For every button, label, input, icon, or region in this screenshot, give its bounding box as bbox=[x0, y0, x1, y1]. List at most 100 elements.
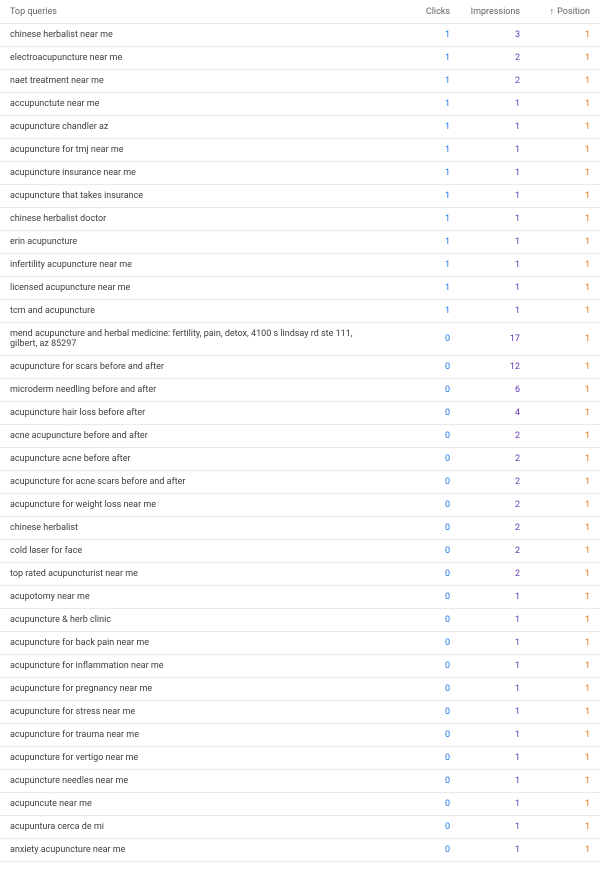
table-row[interactable]: acupuncture & herb clinic011 bbox=[0, 609, 600, 632]
clicks-value: 0 bbox=[380, 523, 450, 533]
query-text[interactable]: erin acupuncture bbox=[10, 237, 380, 247]
query-text[interactable]: chinese herbalist near me bbox=[10, 30, 380, 40]
table-row[interactable]: accupunctute near me111 bbox=[0, 93, 600, 116]
header-impressions[interactable]: Impressions bbox=[450, 7, 520, 17]
query-text[interactable]: acupuncute near me bbox=[10, 799, 380, 809]
table-row[interactable]: cold laser for face021 bbox=[0, 540, 600, 563]
query-text[interactable]: acupuncture for acne scars before and af… bbox=[10, 477, 380, 487]
table-row[interactable]: acupuncture for scars before and after01… bbox=[0, 356, 600, 379]
table-row[interactable]: acupotomy near me011 bbox=[0, 586, 600, 609]
query-text[interactable]: acupotomy near me bbox=[10, 592, 380, 602]
query-text[interactable]: acupuncture acne before after bbox=[10, 454, 380, 464]
query-text[interactable]: anxiety acupuncture near me bbox=[10, 845, 380, 855]
impressions-value: 2 bbox=[450, 431, 520, 441]
table-row[interactable]: acupuncture for acne scars before and af… bbox=[0, 471, 600, 494]
impressions-value: 1 bbox=[450, 661, 520, 671]
table-row[interactable]: acupuncture that takes insurance111 bbox=[0, 185, 600, 208]
table-row[interactable]: acupuncture for inflammation near me011 bbox=[0, 655, 600, 678]
query-text[interactable]: chinese herbalist doctor bbox=[10, 214, 380, 224]
table-row[interactable]: chinese herbalist doctor111 bbox=[0, 208, 600, 231]
position-value: 1 bbox=[520, 408, 590, 418]
query-text[interactable]: acupuncture for pregnancy near me bbox=[10, 684, 380, 694]
table-row[interactable]: chinese herbalist near me131 bbox=[0, 24, 600, 47]
position-value: 1 bbox=[520, 684, 590, 694]
query-text[interactable]: accupunctute near me bbox=[10, 99, 380, 109]
query-text[interactable]: acupuncture & herb clinic bbox=[10, 615, 380, 625]
table-row[interactable]: naet treatment near me121 bbox=[0, 70, 600, 93]
table-row[interactable]: acupuncture for stress near me011 bbox=[0, 701, 600, 724]
query-text[interactable]: acupuncture for tmj near me bbox=[10, 145, 380, 155]
table-row[interactable]: acupuncture needles near me011 bbox=[0, 770, 600, 793]
query-text[interactable]: top rated acupuncturist near me bbox=[10, 569, 380, 579]
query-text[interactable]: acupuncture insurance near me bbox=[10, 168, 380, 178]
table-row[interactable]: chinese herbalist021 bbox=[0, 517, 600, 540]
table-row[interactable]: acupuncute near me011 bbox=[0, 793, 600, 816]
table-row[interactable]: anxiety acupuncture near me011 bbox=[0, 839, 600, 862]
query-text[interactable]: mend acupuncture and herbal medicine: fe… bbox=[10, 329, 380, 349]
header-position[interactable]: ↑ Position bbox=[520, 6, 590, 17]
query-text[interactable]: acupuncture for trauma near me bbox=[10, 730, 380, 740]
query-text[interactable]: acupuncture for scars before and after bbox=[10, 362, 380, 372]
table-row[interactable]: microderm needling before and after061 bbox=[0, 379, 600, 402]
table-row[interactable]: acupuncture for vertigo near me011 bbox=[0, 747, 600, 770]
query-text[interactable]: chinese herbalist bbox=[10, 523, 380, 533]
table-row[interactable]: acupuncture for pregnancy near me011 bbox=[0, 678, 600, 701]
table-row[interactable]: acupuncture chandler az111 bbox=[0, 116, 600, 139]
table-row[interactable]: acupuncture insurance near me111 bbox=[0, 162, 600, 185]
header-clicks[interactable]: Clicks bbox=[380, 7, 450, 17]
clicks-value: 1 bbox=[380, 191, 450, 201]
query-text[interactable]: acupuncture for stress near me bbox=[10, 707, 380, 717]
clicks-value: 1 bbox=[380, 145, 450, 155]
query-text[interactable]: acupuncture for vertigo near me bbox=[10, 753, 380, 763]
table-row[interactable]: licensed acupuncture near me111 bbox=[0, 277, 600, 300]
query-text[interactable]: electroacupuncture near me bbox=[10, 53, 380, 63]
query-text[interactable]: naet treatment near me bbox=[10, 76, 380, 86]
table-row[interactable]: electroacupuncture near me121 bbox=[0, 47, 600, 70]
position-value: 1 bbox=[520, 730, 590, 740]
query-text[interactable]: licensed acupuncture near me bbox=[10, 283, 380, 293]
query-text[interactable]: acupuncture needles near me bbox=[10, 776, 380, 786]
clicks-value: 0 bbox=[380, 707, 450, 717]
clicks-value: 1 bbox=[380, 306, 450, 316]
clicks-value: 1 bbox=[380, 168, 450, 178]
table-row[interactable]: acupuncture acne before after021 bbox=[0, 448, 600, 471]
header-top-queries[interactable]: Top queries bbox=[10, 7, 380, 17]
position-value: 1 bbox=[520, 776, 590, 786]
query-text[interactable]: infertility acupuncture near me bbox=[10, 260, 380, 270]
impressions-value: 1 bbox=[450, 592, 520, 602]
table-row[interactable]: acupuncture hair loss before after041 bbox=[0, 402, 600, 425]
impressions-value: 1 bbox=[450, 730, 520, 740]
query-text[interactable]: microderm needling before and after bbox=[10, 385, 380, 395]
impressions-value: 2 bbox=[450, 477, 520, 487]
query-text[interactable]: acupuncture for back pain near me bbox=[10, 638, 380, 648]
query-text[interactable]: acupuntura cerca de mi bbox=[10, 822, 380, 832]
impressions-value: 1 bbox=[450, 615, 520, 625]
clicks-value: 0 bbox=[380, 431, 450, 441]
table-row[interactable]: tcm and acupuncture111 bbox=[0, 300, 600, 323]
table-row[interactable]: acupuncture for tmj near me111 bbox=[0, 139, 600, 162]
query-text[interactable]: acupuncture for inflammation near me bbox=[10, 661, 380, 671]
query-text[interactable]: acupuncture for weight loss near me bbox=[10, 500, 380, 510]
query-text[interactable]: acupuncture that takes insurance bbox=[10, 191, 380, 201]
impressions-value: 1 bbox=[450, 145, 520, 155]
table-row[interactable]: acne acupuncture before and after021 bbox=[0, 425, 600, 448]
table-row[interactable]: top rated acupuncturist near me021 bbox=[0, 563, 600, 586]
impressions-value: 1 bbox=[450, 99, 520, 109]
query-text[interactable]: acupuncture hair loss before after bbox=[10, 408, 380, 418]
table-row[interactable]: acupuncture for back pain near me011 bbox=[0, 632, 600, 655]
table-row[interactable]: acupuncture for weight loss near me021 bbox=[0, 494, 600, 517]
table-row[interactable]: infertility acupuncture near me111 bbox=[0, 254, 600, 277]
query-text[interactable]: cold laser for face bbox=[10, 546, 380, 556]
table-row[interactable]: acupuntura cerca de mi011 bbox=[0, 816, 600, 839]
table-row[interactable]: acupuncture for trauma near me011 bbox=[0, 724, 600, 747]
query-text[interactable]: tcm and acupuncture bbox=[10, 306, 380, 316]
position-value: 1 bbox=[520, 500, 590, 510]
query-text[interactable]: acupuncture chandler az bbox=[10, 122, 380, 132]
position-value: 1 bbox=[520, 191, 590, 201]
impressions-value: 6 bbox=[450, 385, 520, 395]
position-value: 1 bbox=[520, 99, 590, 109]
table-row[interactable]: mend acupuncture and herbal medicine: fe… bbox=[0, 323, 600, 356]
table-row[interactable]: erin acupuncture111 bbox=[0, 231, 600, 254]
query-text[interactable]: acne acupuncture before and after bbox=[10, 431, 380, 441]
clicks-value: 0 bbox=[380, 362, 450, 372]
